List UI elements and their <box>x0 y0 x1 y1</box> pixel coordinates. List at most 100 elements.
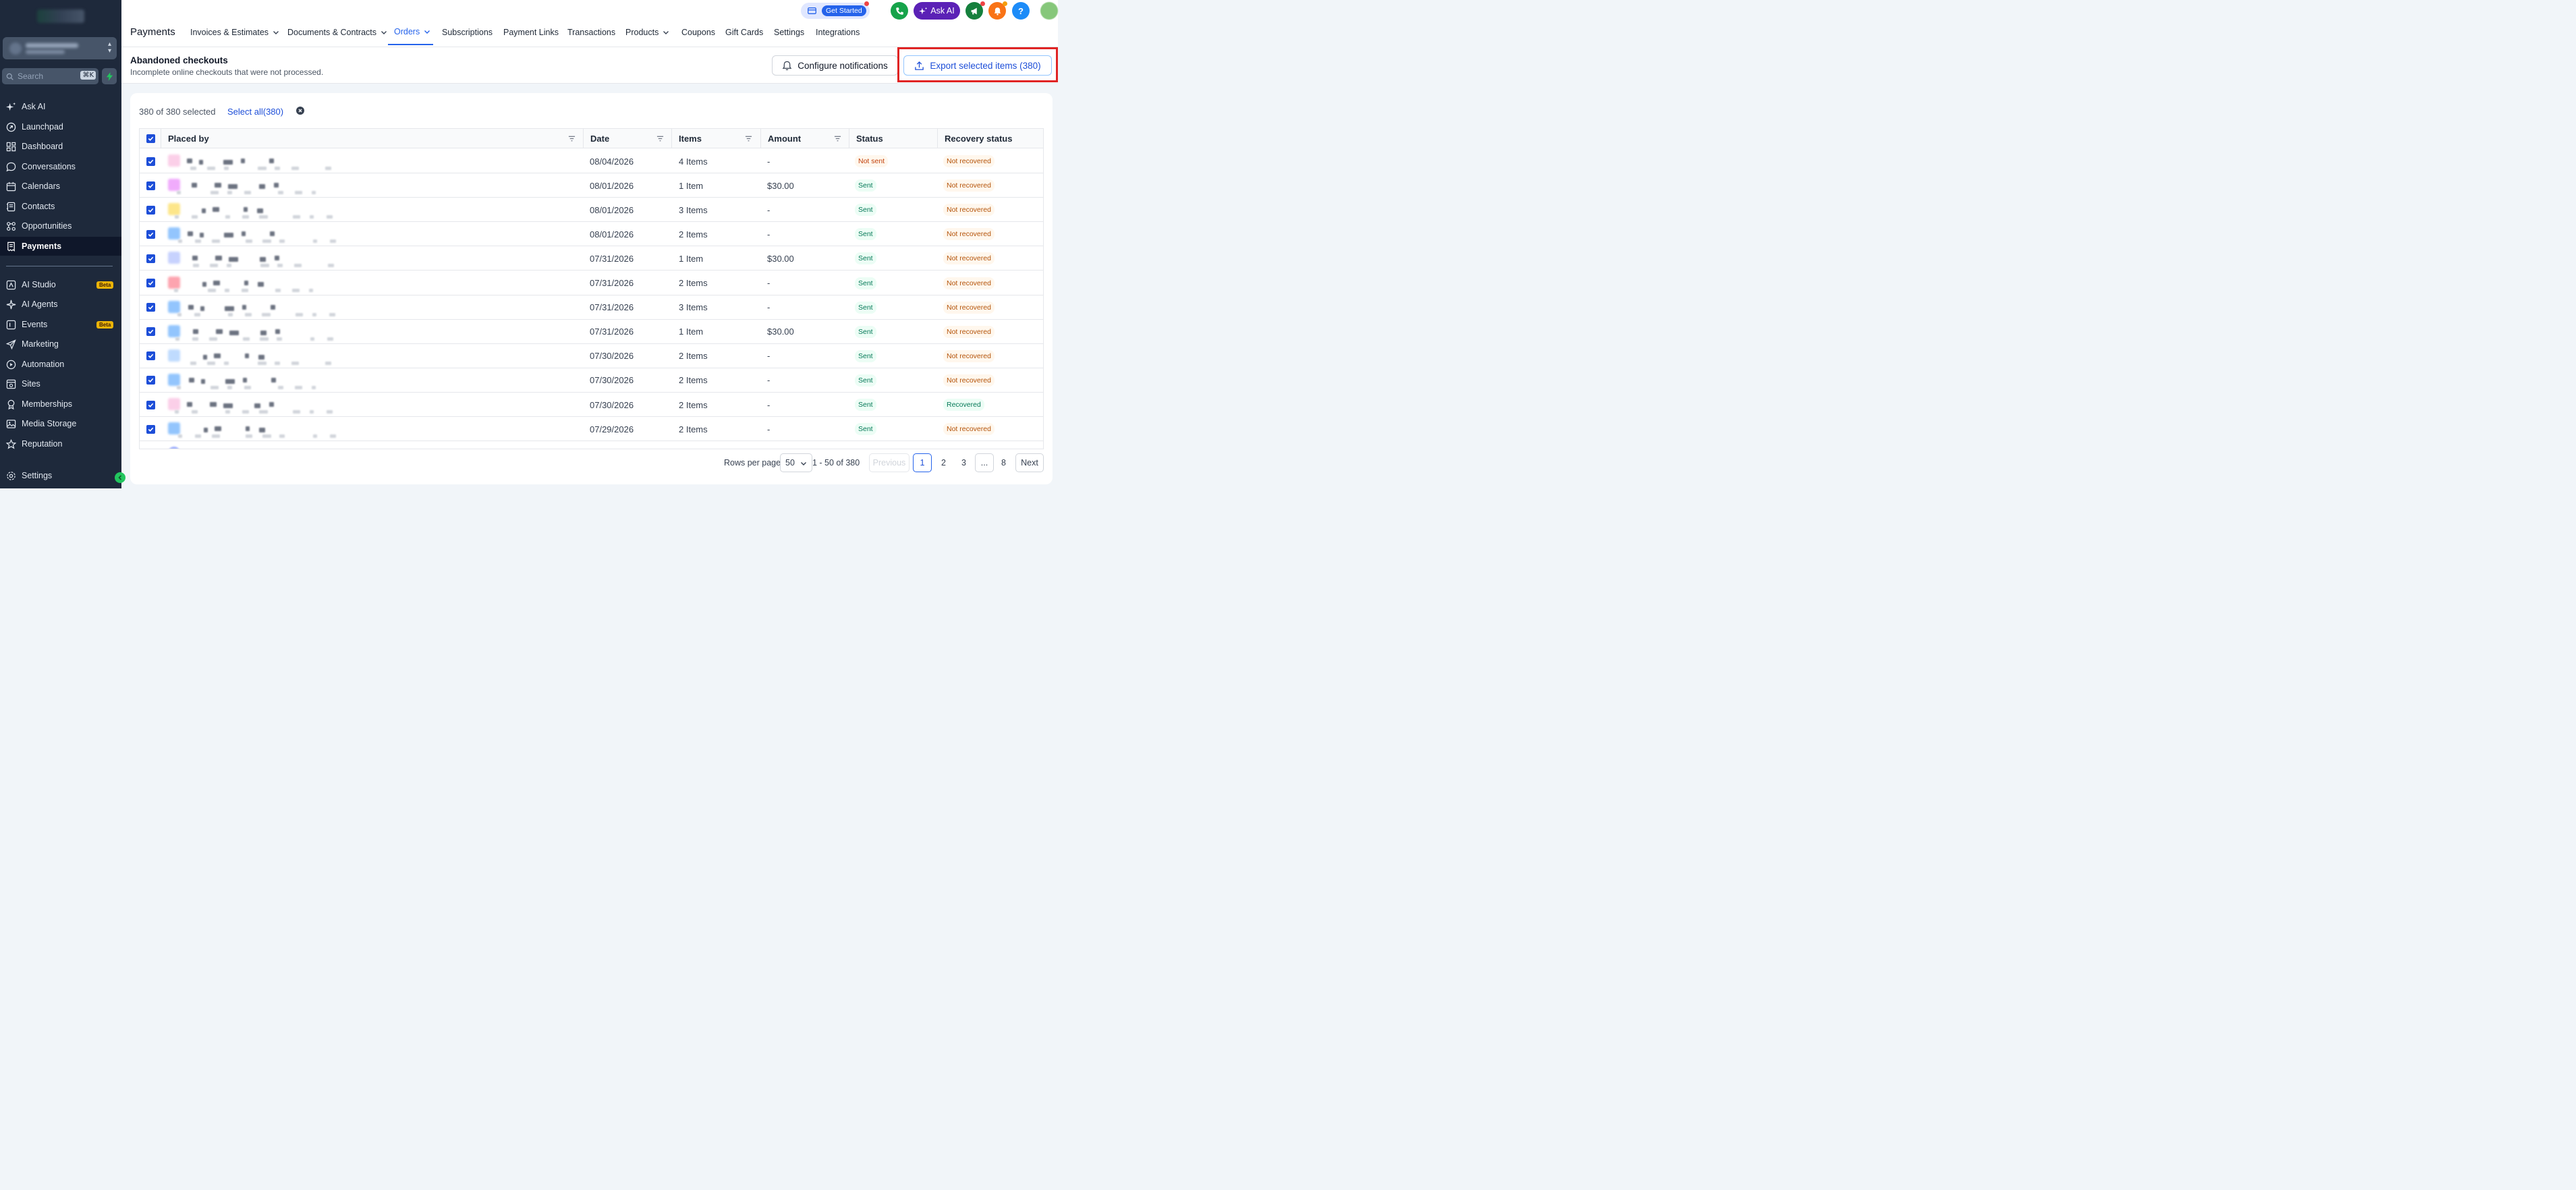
tab-invoices-estimates[interactable]: Invoices & Estimates <box>190 28 279 37</box>
sidebar-item-label: AI Agents <box>22 300 58 309</box>
sidebar-item-launchpad[interactable]: Launchpad <box>0 117 121 136</box>
row-checkbox[interactable] <box>146 376 155 385</box>
row-checkbox[interactable] <box>146 327 155 337</box>
filter-icon[interactable] <box>656 135 664 142</box>
table-row[interactable]: 07/29/2026 2 Items - Sent Not recovered <box>140 417 1043 442</box>
placed-by-redacted <box>167 274 342 293</box>
star-icon <box>6 438 16 449</box>
sidebar-item-contacts[interactable]: Contacts <box>0 197 121 216</box>
phone-button[interactable] <box>891 2 908 20</box>
filter-icon[interactable] <box>834 135 841 142</box>
help-button[interactable]: ? <box>1012 2 1030 20</box>
tab-orders[interactable]: Orders <box>394 27 430 36</box>
check-icon <box>148 136 154 141</box>
sidebar-search-input[interactable]: Search ⌘K <box>2 68 99 84</box>
sidebar-item-label: Events <box>22 320 48 329</box>
row-checkbox[interactable] <box>146 424 155 434</box>
table-row[interactable]: 08/01/2026 2 Items - Sent Not recovered <box>140 222 1043 247</box>
tab-settings[interactable]: Settings <box>774 28 804 37</box>
sidebar-item-settings[interactable]: Settings <box>0 466 121 485</box>
select-all-checkbox[interactable] <box>146 134 155 143</box>
calendar-icon <box>6 181 16 191</box>
sidebar-item-sites[interactable]: Sites <box>0 374 121 393</box>
sidebar-item-payments[interactable]: Payments <box>0 237 121 256</box>
page-1-button[interactable]: 1 <box>913 453 932 472</box>
sidebar-item-media-storage[interactable]: Media Storage <box>0 414 121 433</box>
row-checkbox[interactable] <box>146 229 155 239</box>
row-checkbox[interactable] <box>146 205 155 215</box>
tab-products[interactable]: Products <box>625 28 669 37</box>
export-selected-button[interactable]: Export selected items (380) <box>903 55 1052 76</box>
table-row[interactable]: 07/31/2026 2 Items - Sent Not recovered <box>140 271 1043 295</box>
sidebar-item-marketing[interactable]: Marketing <box>0 335 121 353</box>
configure-notifications-button[interactable]: Configure notifications <box>772 55 898 76</box>
table-row[interactable]: 07/30/2026 2 Items - Sent Not recovered <box>140 343 1043 368</box>
sidebar-item-events[interactable]: Events Beta <box>0 315 121 334</box>
tab-payment-links[interactable]: Payment Links <box>503 28 559 37</box>
table-row[interactable]: 07/30/2026 2 Items - Sent Recovered <box>140 393 1043 417</box>
row-checkbox[interactable] <box>146 279 155 287</box>
check-icon <box>148 378 154 383</box>
tab-gift-cards[interactable]: Gift Cards <box>725 28 763 37</box>
row-checkbox[interactable] <box>146 254 155 263</box>
filter-icon[interactable] <box>745 135 752 142</box>
placed-by-redacted <box>167 200 342 219</box>
quick-actions-button[interactable] <box>102 68 117 84</box>
selection-count: 380 of 380 selected <box>139 107 216 117</box>
next-page-button[interactable]: Next <box>1015 453 1044 472</box>
sidebar-item-calendars[interactable]: Calendars <box>0 177 121 196</box>
sidebar-item-ask-ai[interactable]: Ask AI <box>0 97 121 116</box>
sidebar-item-dashboard[interactable]: Dashboard <box>0 137 121 156</box>
status-cell-badge: Sent <box>855 349 876 362</box>
table-row[interactable]: 07/30/2026 2 Items - Sent Not recovered <box>140 368 1043 393</box>
tab-transactions[interactable]: Transactions <box>567 28 615 37</box>
sidebar-collapse-button[interactable] <box>115 472 125 483</box>
get-started-button[interactable]: Get Started <box>801 3 870 19</box>
page-8-button[interactable]: 8 <box>1001 458 1006 468</box>
page-ellipsis-button[interactable]: ... <box>975 453 994 472</box>
user-avatar[interactable] <box>1040 2 1058 20</box>
sidebar-item-opportunities[interactable]: Opportunities <box>0 217 121 235</box>
filter-icon[interactable] <box>568 135 576 142</box>
table-row[interactable]: 08/04/2026 4 Items - Not sent Not recovered <box>140 149 1043 173</box>
check-icon <box>148 281 154 285</box>
clear-selection-icon[interactable] <box>296 107 304 115</box>
table-row[interactable]: 07/31/2026 1 Item $30.00 Sent Not recovered <box>140 246 1043 271</box>
page-2-button[interactable]: 2 <box>941 458 946 468</box>
tab-label: Integrations <box>816 28 860 37</box>
rocket-icon <box>6 122 16 132</box>
account-location <box>26 50 65 54</box>
account-switcher[interactable]: ▴ ▾ <box>3 37 117 59</box>
tab-subscriptions[interactable]: Subscriptions <box>442 28 493 37</box>
table-row[interactable]: 07/31/2026 3 Items - Sent Not recovered <box>140 295 1043 320</box>
sidebar-item-reputation[interactable]: Reputation <box>0 434 121 453</box>
ask-ai-button[interactable]: Ask AI <box>914 2 960 20</box>
rows-per-page-select[interactable]: 50 <box>780 453 812 472</box>
previous-page-button[interactable]: Previous <box>869 453 909 472</box>
table-row[interactable] <box>140 441 1043 449</box>
table-row[interactable]: 07/31/2026 1 Item $30.00 Sent Not recovered <box>140 319 1043 344</box>
page-3-button[interactable]: 3 <box>961 458 966 468</box>
sidebar-item-automation[interactable]: Automation <box>0 355 121 374</box>
row-checkbox[interactable] <box>146 400 155 409</box>
table-row[interactable]: 08/01/2026 1 Item $30.00 Sent Not recovered <box>140 173 1043 198</box>
sidebar-item-ai-agents[interactable]: AI Agents <box>0 295 121 314</box>
table-row[interactable]: 08/01/2026 3 Items - Sent Not recovered <box>140 198 1043 223</box>
recovery-status-cell: Not recovered <box>943 417 995 441</box>
help-icon: ? <box>1018 5 1024 16</box>
sidebar-item-memberships[interactable]: Memberships <box>0 395 121 414</box>
select-all-link[interactable]: Select all(380) <box>227 107 283 117</box>
row-checkbox[interactable] <box>146 351 155 361</box>
date-cell: 08/01/2026 <box>590 204 634 215</box>
pagination-range: 1 - 50 of 380 <box>812 458 860 468</box>
tab-label: Transactions <box>567 28 616 37</box>
row-checkbox[interactable] <box>146 157 155 166</box>
row-checkbox-cell <box>146 173 155 198</box>
row-checkbox[interactable] <box>146 181 155 190</box>
row-checkbox[interactable] <box>146 303 155 312</box>
sidebar-item-conversations[interactable]: Conversations <box>0 157 121 176</box>
tab-coupons[interactable]: Coupons <box>681 28 715 37</box>
tab-integrations[interactable]: Integrations <box>816 28 860 37</box>
sidebar-item-ai-studio[interactable]: AI Studio Beta <box>0 275 121 294</box>
tab-documents-contracts[interactable]: Documents & Contracts <box>287 28 387 37</box>
